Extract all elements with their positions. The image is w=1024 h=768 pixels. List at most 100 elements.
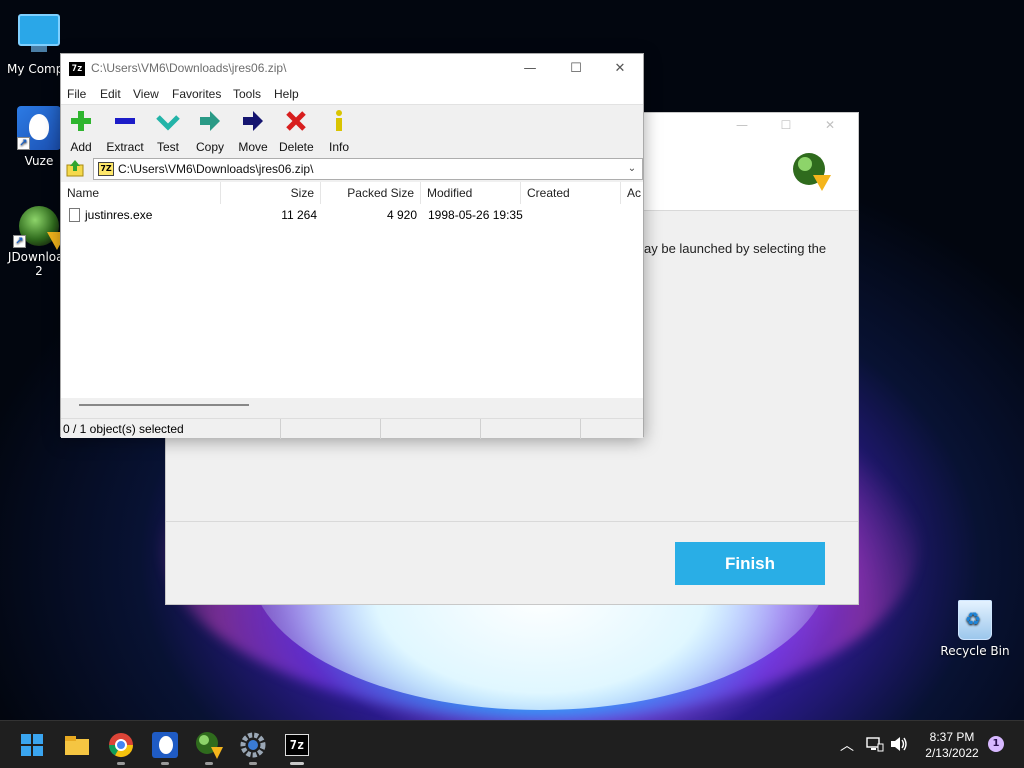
address-path: C:\Users\VM6\Downloads\jres06.zip\ [118,162,314,176]
start-button[interactable] [16,729,48,761]
copy-label: Copy [195,140,224,154]
column-header-packed-size[interactable]: Packed Size [321,182,421,204]
taskbar-file-explorer[interactable] [61,729,93,761]
close-icon[interactable]: ✕ [808,113,852,137]
7zip-icon: 7z [285,734,309,756]
column-header-accessed[interactable]: Ac [621,182,643,204]
maximize-button[interactable]: ☐ [553,54,599,84]
file-modified: 1998-05-26 19:35 [428,208,523,222]
x-icon [286,111,306,131]
info-label: Info [328,140,349,154]
status-selection: 0 / 1 object(s) selected [61,419,281,439]
table-row[interactable]: justinres.exe 11 264 4 920 1998-05-26 19… [61,206,643,226]
taskbar-settings[interactable] [237,729,269,765]
scrollbar-thumb[interactable] [79,404,249,406]
running-indicator [205,762,213,765]
7zip-window: 7z C:\Users\VM6\Downloads\jres06.zip\ — … [60,53,644,439]
move-button[interactable]: Move [237,109,269,154]
jdownloader-icon [196,732,223,759]
clock-date: 2/13/2022 [925,746,979,760]
chevron-up-icon[interactable]: ︿ [840,735,854,755]
info-button[interactable]: Info [327,109,351,154]
menu-edit[interactable]: Edit [100,87,121,101]
minimize-icon[interactable]: — [720,113,764,137]
start-icon [21,734,43,756]
add-button[interactable]: Add [67,109,95,154]
taskbar-7zip[interactable]: 7z [281,729,313,765]
column-header-size[interactable]: Size [221,182,321,204]
file-size: 11 264 [281,208,317,222]
close-button[interactable]: ✕ [597,54,643,84]
menu-tools[interactable]: Tools [233,87,261,101]
vuze-icon [152,732,178,758]
finish-button[interactable]: Finish [675,542,825,585]
archive-icon: 7Z [98,162,114,176]
desktop: My Compu ↗ Vuze ↗ JDownloac 2 Recycle Bi… [0,0,1024,720]
file-packed-size: 4 920 [386,208,417,222]
info-icon [336,110,342,131]
running-indicator-active [290,762,304,765]
clock-time: 8:37 PM [929,730,975,744]
taskbar-clock[interactable]: 8:37 PM 2/13/2022 [916,729,988,761]
menu-file[interactable]: File [67,87,86,101]
column-header-modified[interactable]: Modified [421,182,521,204]
running-indicator [249,762,257,765]
test-button[interactable]: Test [155,109,181,154]
status-bar: 0 / 1 object(s) selected [61,418,643,439]
shortcut-arrow-icon: ↗ [13,235,26,248]
maximize-icon[interactable]: ☐ [764,113,808,137]
installer-body-text: ay be launched by selecting the [644,241,827,256]
address-combobox[interactable]: 7Z C:\Users\VM6\Downloads\jres06.zip\ ⌄ [93,158,643,180]
menu-view[interactable]: View [133,87,159,101]
file-icon [69,208,80,222]
system-tray: ︿ [838,721,914,768]
status-segment-2 [281,419,381,439]
plus-icon [71,111,91,131]
taskbar-vuze[interactable] [149,729,181,765]
desktop-icon-recycle-bin[interactable]: Recycle Bin [936,596,1014,658]
title-bar[interactable]: 7z C:\Users\VM6\Downloads\jres06.zip\ — … [61,54,643,84]
column-header-created[interactable]: Created [521,182,621,204]
up-folder-icon[interactable] [65,159,85,177]
chevron-down-icon[interactable]: ⌄ [624,159,640,179]
minimize-button[interactable]: — [507,54,553,84]
delete-label: Delete [279,140,314,154]
taskbar-chrome[interactable] [105,729,137,765]
network-icon[interactable] [866,736,884,752]
running-indicator [117,762,125,765]
delete-button[interactable]: Delete [279,109,314,154]
close-icon: ✕ [614,61,626,76]
window-title: C:\Users\VM6\Downloads\jres06.zip\ [91,61,287,75]
toolbar: Add Extract Test Copy Move Delete Info [61,104,643,156]
column-header-name[interactable]: Name [61,182,221,204]
desktop-icon-label: Recycle Bin [940,644,1010,658]
taskbar-jdownloader[interactable] [193,729,225,765]
settings-icon [240,732,266,758]
recycle-bin-icon [958,600,992,640]
computer-icon [17,14,61,58]
extract-label: Extract [106,140,144,154]
address-bar: 7Z C:\Users\VM6\Downloads\jres06.zip\ ⌄ [61,156,643,180]
menu-bar: File Edit View Favorites Tools Help [61,84,643,104]
minus-icon [115,118,135,124]
installer-caption-buttons: — ☐ ✕ [720,113,858,137]
test-label: Test [156,140,179,154]
copy-button[interactable]: Copy [195,109,225,154]
status-segment-3 [381,419,481,439]
extract-button[interactable]: Extract [105,109,145,154]
menu-help[interactable]: Help [274,87,299,101]
file-name: justinres.exe [85,208,153,222]
shortcut-arrow-icon: ↗ [17,137,30,150]
jdownloader-icon: ↗ [13,206,67,250]
minimize-icon: — [523,61,537,76]
chrome-icon [109,733,133,758]
volume-icon[interactable] [890,736,908,752]
menu-favorites[interactable]: Favorites [172,87,221,101]
horizontal-scrollbar[interactable] [61,398,643,412]
notification-badge[interactable]: 1 [988,736,1004,752]
file-list[interactable]: Name Size Packed Size Modified Created A… [61,182,643,412]
taskbar: 7z ︿ 8:37 PM 2/13/2022 [0,720,1024,768]
file-explorer-icon [65,736,89,755]
move-label: Move [238,140,268,154]
add-label: Add [70,140,92,154]
